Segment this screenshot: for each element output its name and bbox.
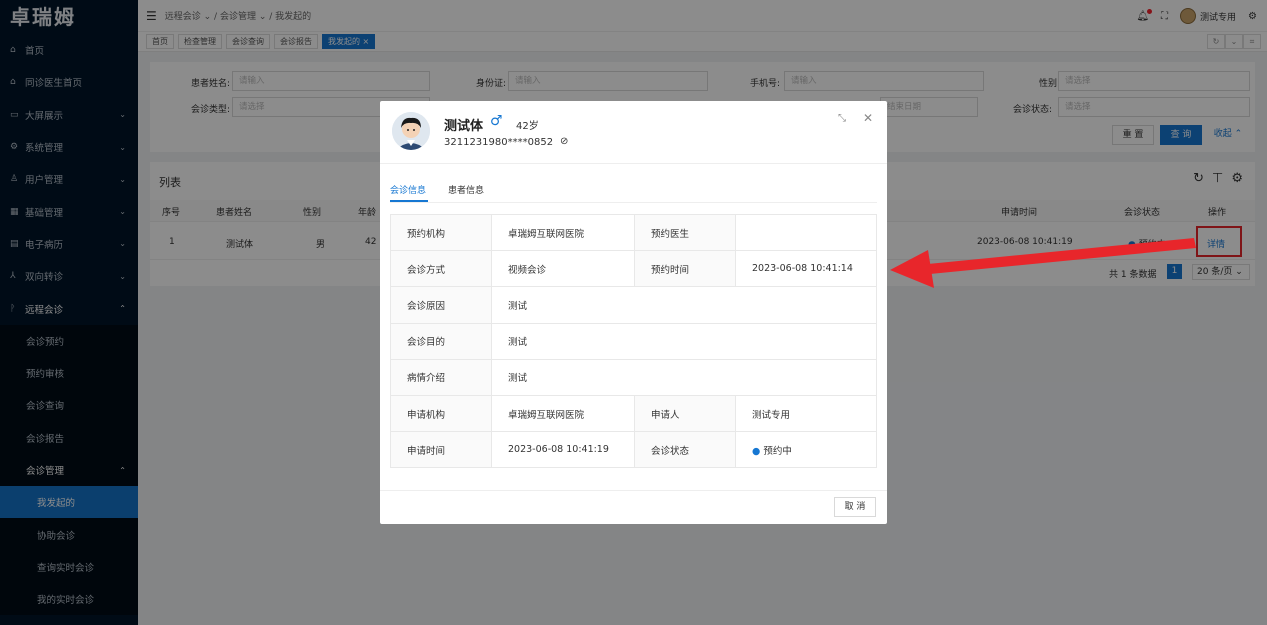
tab-consult-info[interactable]: 会诊信息 [390,183,426,196]
field-label: 病情介绍 [390,358,492,396]
field-value: 测试 [491,358,877,396]
tabs-divider [390,202,877,203]
modal-footer-divider [380,490,887,491]
field-label: 会诊原因 [390,286,492,324]
table-row: 会诊目的 测试 [390,322,877,360]
field-value: 测试专用 [735,394,877,433]
fullscreen-icon[interactable]: ⤡ [838,113,846,124]
field-value: ● 预约中 [735,431,877,469]
modal-header-divider [380,163,887,164]
field-label: 预约机构 [390,213,492,252]
cancel-button[interactable]: 取 消 [834,497,876,517]
field-label: 会诊目的 [390,322,492,360]
consult-detail-modal: 测试体 ♂ 42岁 3211231980****0852 ⊘ ⤡ ✕ 会诊信息 … [380,101,887,524]
table-row: 会诊原因 测试 [390,286,877,324]
patient-avatar-illustration [392,112,430,150]
field-value: 卓瑞姆互联网医院 [491,394,635,433]
field-value: 测试 [491,286,877,324]
patient-name: 测试体 [444,119,484,134]
patient-age: 42岁 [516,121,539,132]
consult-info-table: 预约机构 卓瑞姆互联网医院 预约医生 会诊方式 视频会诊 预约时间 2023-0… [390,213,877,469]
field-label: 申请机构 [390,394,492,433]
table-row: 病情介绍 测试 [390,358,877,396]
field-value: 2023-06-08 10:41:19 [491,431,635,469]
table-row: 预约机构 卓瑞姆互联网医院 预约医生 [390,213,877,252]
status-dot: ● [752,445,761,457]
field-value [735,213,877,252]
field-label: 申请人 [634,394,736,433]
eye-off-icon[interactable]: ⊘ [560,136,568,147]
table-row: 申请机构 卓瑞姆互联网医院 申请人 测试专用 [390,394,877,433]
field-value: 测试 [491,322,877,360]
status-text: 预约中 [763,445,792,457]
field-label: 预约医生 [634,213,736,252]
field-label: 申请时间 [390,431,492,469]
close-icon[interactable]: ✕ [863,111,873,125]
table-row: 会诊方式 视频会诊 预约时间 2023-06-08 10:41:14 [390,250,877,288]
field-label: 会诊状态 [634,431,736,469]
field-value: 卓瑞姆互联网医院 [491,213,635,252]
patient-avatar [392,112,430,150]
field-label: 预约时间 [634,250,736,288]
male-icon: ♂ [490,113,503,129]
patient-id-number: 3211231980****0852 [444,137,554,148]
field-value: 视频会诊 [491,250,635,288]
table-row: 申请时间 2023-06-08 10:41:19 会诊状态 ● 预约中 [390,431,877,469]
tab-patient-info[interactable]: 患者信息 [448,183,484,196]
field-value: 2023-06-08 10:41:14 [735,250,877,288]
field-label: 会诊方式 [390,250,492,288]
